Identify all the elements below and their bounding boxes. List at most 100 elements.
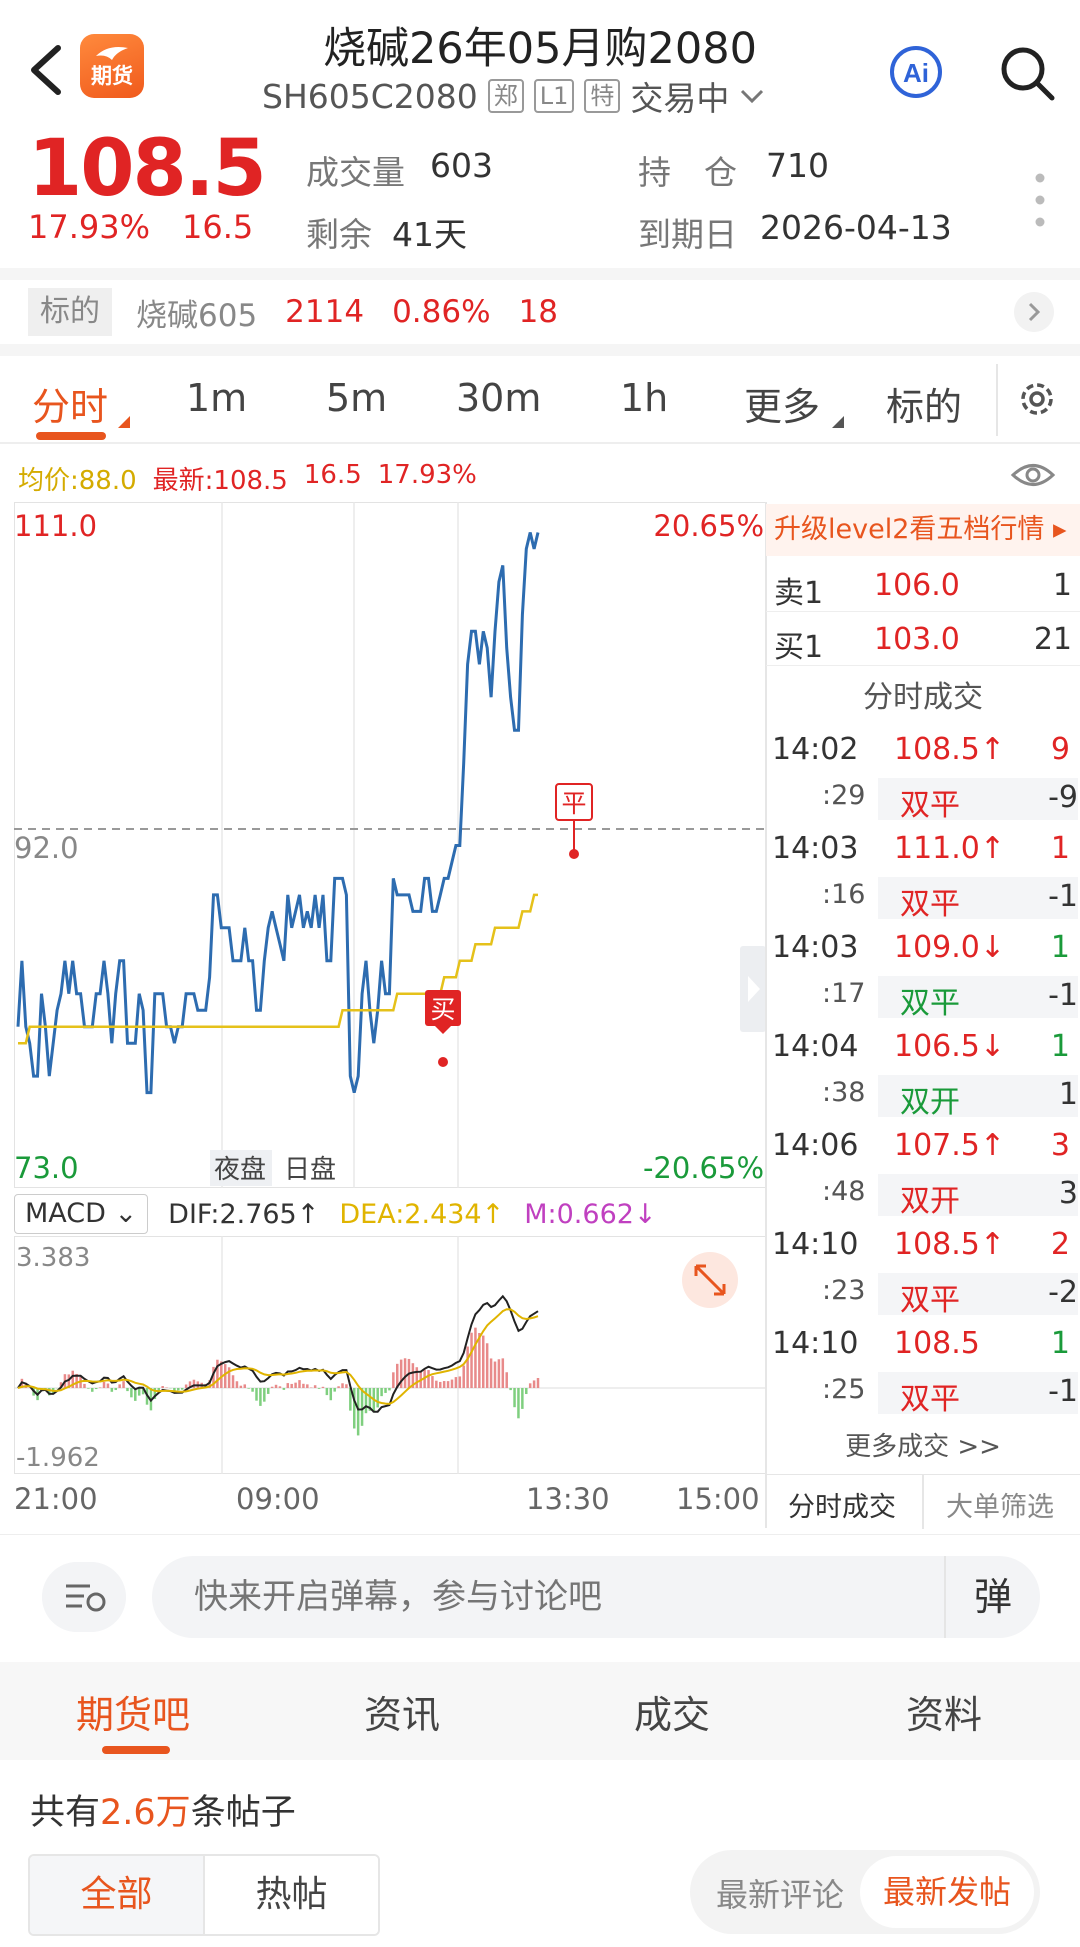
trade-item: 14:10:25 108.5 1 双平 -1 [772, 1326, 1078, 1417]
tab-futures-forum[interactable]: 期货吧 [76, 1684, 190, 1739]
trade-item: 14:10:23 108.5↑ 2 双平 -2 [772, 1227, 1078, 1318]
underlying-tag: 标的 [28, 288, 112, 336]
ask-volume: 1 [1052, 568, 1072, 603]
ask-price: 106.0 [874, 568, 960, 603]
open-interest-value: 710 [766, 146, 829, 185]
y-axis-min: 73.0 [14, 1151, 79, 1185]
special-tag: 特 [584, 79, 621, 113]
last-price: 108.5 [28, 124, 267, 214]
trade-item: 14:04:38 106.5↓ 1 双开 1 [772, 1029, 1078, 1120]
chevron-down-icon[interactable] [739, 86, 765, 106]
expand-icon [682, 1252, 738, 1308]
underlying-percent: 0.86% [392, 294, 491, 330]
posts-filter: 全部 热帖 [28, 1854, 380, 1936]
underlying-row[interactable]: 标的 烧碱605 2114 0.86% 18 [28, 286, 558, 338]
divider [0, 268, 1080, 280]
bid-volume: 21 [1033, 622, 1072, 657]
active-bottom-tab-indicator [102, 1746, 170, 1754]
open-interest-label: 持 仓 [638, 153, 737, 192]
tab-5m[interactable]: 5m [326, 376, 387, 420]
footer-divider [922, 1475, 924, 1529]
trade-item: 14:03:16 111.0↑ 1 双平 -1 [772, 831, 1078, 922]
danmu-toggle-button[interactable]: 弹 [944, 1556, 1040, 1638]
change-percent: 17.93% [28, 208, 151, 246]
legend-latest: 最新:108.5 [152, 466, 288, 496]
upgrade-level2-banner[interactable]: 升级level2看五档行情 ▸ [766, 504, 1080, 556]
contract-code: SH605C2080 [262, 76, 478, 116]
danmu-settings-icon[interactable] [42, 1562, 126, 1632]
time-tick-day: 09:00 [236, 1482, 320, 1516]
macd-dea-line [17, 1308, 539, 1405]
filter-all[interactable]: 全部 [30, 1856, 203, 1934]
macd-dif-line [17, 1294, 539, 1413]
night-session-label: 夜盘 [214, 1155, 266, 1185]
indicator-select[interactable]: MACD ⌄ [14, 1194, 149, 1234]
chevron-right-icon[interactable] [1014, 292, 1054, 332]
ai-assistant-icon[interactable]: Ai [888, 44, 944, 100]
macd-legend-row: MACD ⌄ DIF:2.765↑ DEA:2.434↑ M:0.662↓ [14, 1192, 657, 1236]
ask-row: 卖1 106.0 1 [766, 558, 1080, 612]
ai-label: Ai [903, 58, 929, 88]
macd-dif: DIF:2.765↑ [168, 1198, 320, 1230]
intraday-price-chart[interactable]: 111.0 92.0 73.0 20.65% -20.65% 夜盘 日盘 买 平 [14, 502, 766, 1188]
tab-30m[interactable]: 30m [456, 376, 541, 420]
tab-deals[interactable]: 成交 [634, 1684, 710, 1739]
tab-intraday[interactable]: 分时 [32, 376, 108, 431]
macd-grid [14, 1236, 766, 1474]
trade-item: 14:03:17 109.0↓ 1 双平 -1 [772, 930, 1078, 1021]
day-session-label: 日盘 [284, 1155, 336, 1185]
tab-news[interactable]: 资讯 [364, 1684, 440, 1739]
sort-latest-comment[interactable]: 最新评论 [716, 1870, 844, 1916]
underlying-change: 18 [518, 294, 559, 330]
tab-1h[interactable]: 1h [620, 376, 668, 420]
chart-grid [14, 502, 766, 1188]
bid-label: 买1 [774, 630, 824, 665]
buy-marker: 买 [425, 990, 461, 1067]
exchange-tag: 郑 [487, 79, 524, 113]
caret-small-icon [118, 416, 130, 428]
underlying-name: 烧碱605 [136, 297, 258, 334]
buy-marker-label: 买 [430, 995, 455, 1024]
period-tabs: 分时 1m 5m 30m 1h 更多 标的 [0, 356, 1080, 444]
close-marker: 平 [555, 783, 593, 859]
more-vertical-icon[interactable] [1034, 172, 1046, 228]
trade-item: 14:02:29 108.5↑ 9 双平 -9 [772, 732, 1078, 823]
volume-label: 成交量 [306, 153, 405, 192]
ask-label: 卖1 [774, 576, 824, 611]
legend-percent: 17.93% [377, 460, 477, 490]
search-icon[interactable] [998, 44, 1056, 102]
tab-big-orders[interactable]: 大单筛选 [946, 1485, 1054, 1524]
time-tick-afternoon: 13:30 [526, 1482, 610, 1516]
trading-status[interactable]: 交易中 [630, 72, 729, 120]
level-tag: L1 [533, 79, 575, 113]
tab-divider [996, 364, 998, 436]
macd-y-min: -1.962 [16, 1443, 100, 1473]
sort-latest-post[interactable]: 最新发帖 [860, 1856, 1034, 1928]
tab-more[interactable]: 更多 [744, 376, 820, 431]
y-axis-mid: 92.0 [14, 831, 79, 865]
time-tick-start: 21:00 [14, 1482, 98, 1516]
tab-1m[interactable]: 1m [186, 376, 247, 420]
legend-change: 16.5 [303, 460, 362, 490]
tab-underlying[interactable]: 标的 [886, 376, 962, 431]
tab-trades[interactable]: 分时成交 [788, 1485, 896, 1524]
gear-icon[interactable] [1014, 376, 1060, 422]
close-marker-label: 平 [561, 789, 586, 818]
active-tab-indicator [36, 432, 106, 440]
filter-hot[interactable]: 热帖 [203, 1856, 378, 1934]
posts-count: 共有2.6万条帖子 [30, 1793, 296, 1833]
change-amount: 16.5 [182, 208, 254, 246]
danmu-input[interactable] [152, 1556, 1040, 1638]
pct-axis-max: 20.65% [653, 509, 764, 543]
expiry-value: 2026-04-13 [760, 208, 952, 247]
contract-subtitle: SH605C2080 郑 L1 特 交易中 [262, 74, 765, 118]
pct-axis-min: -20.65% [643, 1151, 764, 1185]
caret-small-icon [832, 416, 844, 428]
macd-m: M:0.662↓ [524, 1198, 657, 1230]
macd-chart[interactable]: 3.383 -1.962 [14, 1236, 766, 1474]
trade-item: 14:06:48 107.5↑ 3 双开 3 [772, 1128, 1078, 1219]
tab-profile[interactable]: 资料 [906, 1684, 982, 1739]
more-trades-link[interactable]: 更多成交 >> [766, 1426, 1080, 1463]
eye-icon[interactable] [1010, 458, 1056, 492]
bid-row: 买1 103.0 21 [766, 612, 1080, 666]
